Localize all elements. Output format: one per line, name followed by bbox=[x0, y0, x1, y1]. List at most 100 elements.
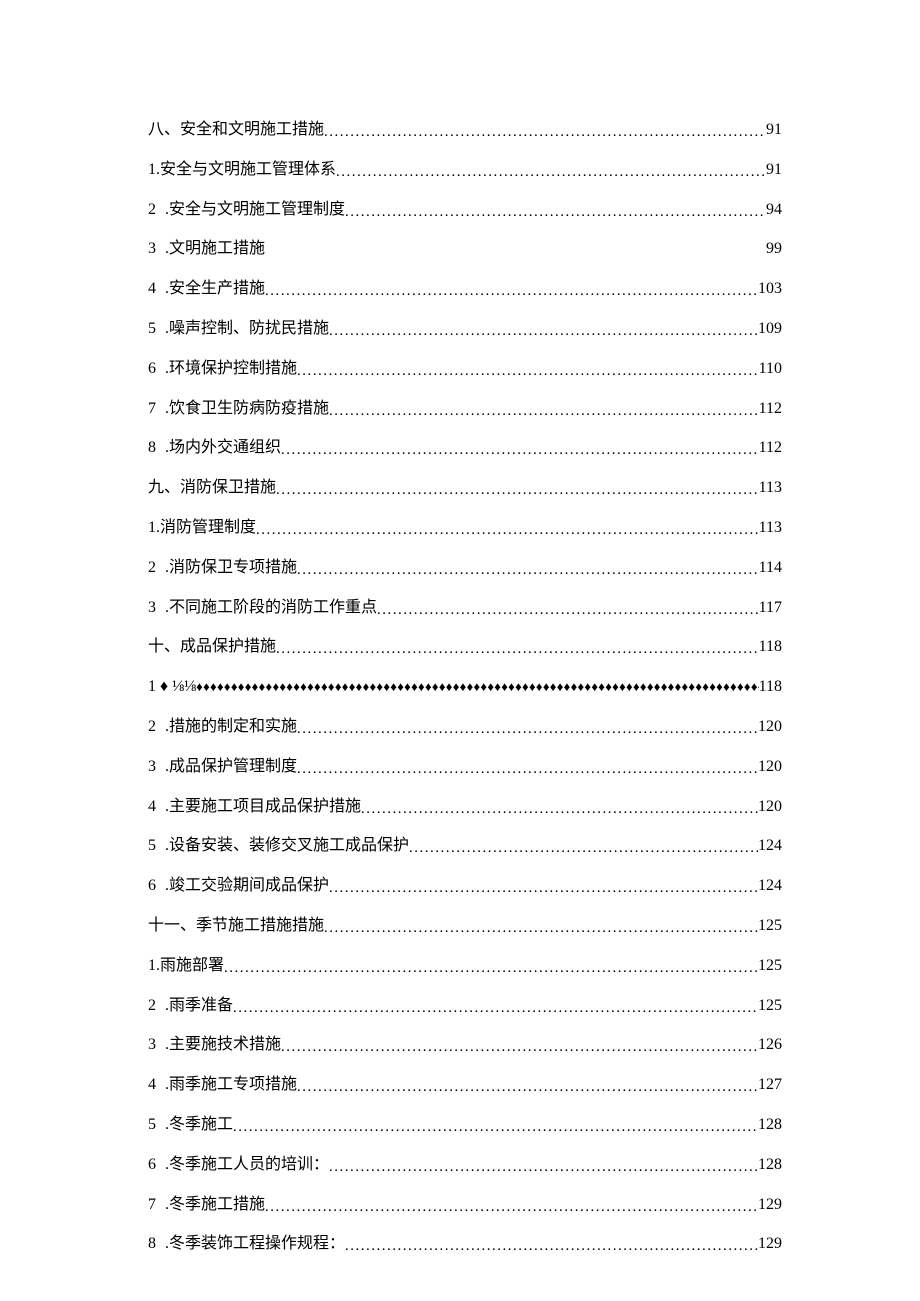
toc-leader-dots bbox=[281, 1038, 758, 1058]
toc-entry-label: .成品保护管理制度 bbox=[165, 757, 297, 778]
toc-entry-page: 129 bbox=[758, 1234, 782, 1255]
toc-entry-page: 128 bbox=[758, 1155, 782, 1176]
toc-leader-dots bbox=[329, 402, 759, 422]
toc-entry: 1.消防管理制度 113 bbox=[148, 518, 782, 539]
toc-entry-label: .场内外交通组织 bbox=[165, 438, 281, 459]
toc-leader-dots bbox=[281, 441, 759, 461]
toc-entry-page: 103 bbox=[758, 279, 782, 300]
toc-entry-page: 127 bbox=[758, 1075, 782, 1096]
toc-leader-dots bbox=[329, 322, 758, 342]
toc-entry-page: 124 bbox=[758, 876, 782, 897]
toc-entry: 八、安全和文明施工措施 91 bbox=[148, 120, 782, 141]
toc-entry-label: .安全生产措施 bbox=[165, 279, 265, 300]
toc-entry-page: 110 bbox=[759, 359, 782, 380]
toc-leader-dots bbox=[377, 601, 759, 621]
toc-leader-dots bbox=[233, 999, 758, 1019]
toc-entry-label: 1.雨施部署 bbox=[148, 956, 224, 977]
toc-entry: 1.雨施部署 125 bbox=[148, 956, 782, 977]
toc-leader-dots bbox=[224, 959, 758, 979]
toc-leader-dots bbox=[361, 800, 758, 820]
toc-entry-label: 八、安全和文明施工措施 bbox=[148, 120, 324, 141]
toc-entry-label: .措施的制定和实施 bbox=[165, 717, 297, 738]
toc-entry-label: .安全与文明施工管理制度 bbox=[165, 200, 345, 221]
toc-leader-dots bbox=[256, 521, 759, 541]
toc-entry-number: 8 bbox=[148, 438, 156, 459]
toc-leader-dots bbox=[276, 481, 759, 501]
toc-entry: 3.不同施工阶段的消防工作重点 117 bbox=[148, 598, 782, 619]
toc-entry-label: .竣工交验期间成品保护 bbox=[165, 876, 329, 897]
toc-entry: 5 .冬季施工 128 bbox=[148, 1115, 782, 1136]
toc-entry: 8 .冬季装饰工程操作规程： 129 bbox=[148, 1234, 782, 1255]
toc-leader-dots bbox=[297, 720, 758, 740]
toc-entry: 6 .环境保护控制措施 110 bbox=[148, 359, 782, 380]
toc-entry: 2.措施的制定和实施 120 bbox=[148, 717, 782, 738]
toc-entry: 十一、季节施工措施措施 125 bbox=[148, 916, 782, 937]
toc-leader-dots bbox=[329, 1158, 758, 1178]
toc-entry-number: 4 bbox=[148, 797, 156, 818]
toc-entry-page: 113 bbox=[759, 478, 782, 499]
toc-entry-page: 125 bbox=[758, 916, 782, 937]
toc-leader-dots bbox=[409, 839, 758, 859]
toc-leader-dots bbox=[345, 203, 766, 223]
toc-entry-label: .文明施工措施 bbox=[165, 239, 265, 260]
toc-entry: 九、消防保卫措施 113 bbox=[148, 478, 782, 499]
toc-leader-dots bbox=[276, 640, 759, 660]
toc-entry-number: 4 bbox=[148, 279, 156, 300]
toc-entry-number: 8 bbox=[148, 1234, 156, 1255]
toc-entry-number: 6 bbox=[148, 876, 156, 897]
toc-entry: 5.噪声控制、防扰民措施 109 bbox=[148, 319, 782, 340]
toc-entry: 4.主要施工项目成品保护措施 120 bbox=[148, 797, 782, 818]
toc-entry-page: 114 bbox=[759, 558, 782, 579]
toc-entry-label: .冬季施工人员的培训： bbox=[165, 1155, 329, 1176]
toc-entry-page: 126 bbox=[758, 1035, 782, 1056]
toc-entry: 十、成品保护措施118 bbox=[148, 637, 782, 658]
toc-entry: 4 .安全生产措施 103 bbox=[148, 279, 782, 300]
toc-entry-page: 109 bbox=[758, 319, 782, 340]
toc-entry: 3.成品保护管理制度 120 bbox=[148, 757, 782, 778]
toc-entry-label: 九、消防保卫措施 bbox=[148, 478, 276, 499]
toc-entry-page: 125 bbox=[758, 956, 782, 977]
toc-entry: 6 .竣工交验期间成品保护 124 bbox=[148, 876, 782, 897]
toc-entry-number: 6 bbox=[148, 1155, 156, 1176]
toc-entry-page: 91 bbox=[766, 160, 782, 181]
toc-entry-page: 113 bbox=[759, 518, 782, 539]
toc-entry-number: 4 bbox=[148, 1075, 156, 1096]
toc-entry-label: .消防保卫专项措施 bbox=[165, 558, 297, 579]
toc-entry: 4.雨季施工专项措施 127 bbox=[148, 1075, 782, 1096]
toc-entry: 3.文明施工措施99 bbox=[148, 239, 782, 260]
toc-entry-page: 99 bbox=[766, 239, 782, 260]
toc-entry-number: 5 bbox=[148, 319, 156, 340]
toc-entry: 5.设备安装、装修交叉施工成品保护 124 bbox=[148, 836, 782, 857]
toc-entry-label: .冬季施工措施 bbox=[165, 1195, 265, 1216]
toc-leader-dots bbox=[265, 282, 758, 302]
toc-leader-dots bbox=[297, 561, 759, 581]
toc-leader-dots bbox=[297, 362, 759, 382]
toc-entry-label: 十、成品保护措施 bbox=[148, 637, 276, 658]
toc-entry-label: .主要施工项目成品保护措施 bbox=[165, 797, 361, 818]
toc-leader-dots bbox=[329, 879, 758, 899]
toc-entry-label: .环境保护控制措施 bbox=[165, 359, 297, 380]
toc-entry-page: 112 bbox=[759, 438, 782, 459]
toc-entry-label: .冬季施工 bbox=[165, 1115, 233, 1136]
toc-entry-number: 2 bbox=[148, 558, 156, 579]
toc-entry-page: 112 bbox=[759, 399, 782, 420]
toc-entry-number: 6 bbox=[148, 359, 156, 380]
toc-entry-label: 十一、季节施工措施措施 bbox=[148, 916, 324, 937]
toc-entry-page: 91 bbox=[766, 120, 782, 141]
toc-entry-number: 7 bbox=[148, 399, 156, 420]
toc-entry-number: 5 bbox=[148, 1115, 156, 1136]
toc-entry-page: 128 bbox=[758, 1115, 782, 1136]
toc-leader-dots bbox=[336, 163, 766, 183]
toc-entry-number: 3 bbox=[148, 1035, 156, 1056]
toc-entry: 7.饮食卫生防病防疫措施 112 bbox=[148, 399, 782, 420]
toc-entry-label: 1.消防管理制度 bbox=[148, 518, 256, 539]
toc-entry-label: .设备安装、装修交叉施工成品保护 bbox=[165, 836, 409, 857]
toc-entry: 6 .冬季施工人员的培训： 128 bbox=[148, 1155, 782, 1176]
toc-entry-label: .冬季装饰工程操作规程： bbox=[165, 1234, 345, 1255]
toc-leader-dots bbox=[265, 1198, 758, 1218]
toc-entry-page: 117 bbox=[759, 598, 782, 619]
toc-entry: 2.雨季准备 125 bbox=[148, 996, 782, 1017]
toc-entry-number: 3 bbox=[148, 757, 156, 778]
toc-entry-number: 5 bbox=[148, 836, 156, 857]
toc-entry-label: .不同施工阶段的消防工作重点 bbox=[165, 598, 377, 619]
